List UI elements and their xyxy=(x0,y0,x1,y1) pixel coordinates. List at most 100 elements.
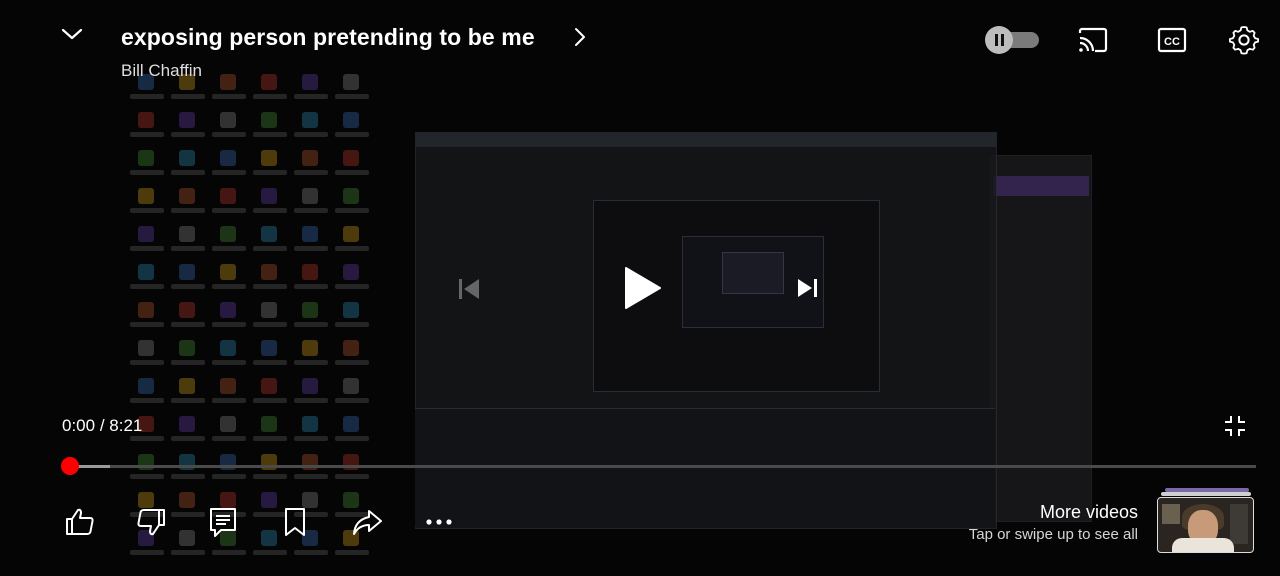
video-desktop-icon xyxy=(261,226,277,242)
video-desktop-icon xyxy=(220,340,236,356)
video-desktop-icon xyxy=(261,530,277,546)
cast-icon[interactable] xyxy=(1077,24,1109,56)
video-desktop-icon xyxy=(261,340,277,356)
video-desktop-label xyxy=(335,94,369,99)
video-desktop-icon xyxy=(179,112,195,128)
video-desktop-label xyxy=(212,284,246,289)
video-desktop-label xyxy=(253,322,287,327)
video-desktop-icon xyxy=(343,378,359,394)
save-icon[interactable] xyxy=(279,506,311,538)
video-desktop-icon xyxy=(261,150,277,166)
exit-fullscreen-icon[interactable] xyxy=(1223,414,1247,438)
video-desktop-label xyxy=(130,322,164,327)
video-desktop-label xyxy=(335,550,369,555)
duration: 8:21 xyxy=(109,416,143,435)
video-desktop-icon xyxy=(179,264,195,280)
more-videos[interactable]: More videos Tap or swipe up to see all xyxy=(930,502,1138,543)
video-desktop-label xyxy=(253,360,287,365)
autoplay-toggle[interactable] xyxy=(985,26,1041,54)
previous-icon xyxy=(459,279,479,299)
video-desktop-icon xyxy=(302,74,318,90)
video-desktop-icon xyxy=(261,188,277,204)
video-desktop-label xyxy=(335,132,369,137)
video-desktop-icon xyxy=(220,74,236,90)
video-desktop-icon xyxy=(179,188,195,204)
more-icon[interactable] xyxy=(423,506,455,538)
video-desktop-label xyxy=(294,208,328,213)
thumbs-down-icon[interactable] xyxy=(135,506,167,538)
video-desktop-label xyxy=(171,246,205,251)
video-desktop-label xyxy=(130,474,164,479)
video-desktop-label xyxy=(130,284,164,289)
video-desktop-icon xyxy=(302,416,318,432)
more-videos-subtitle: Tap or swipe up to see all xyxy=(968,526,1138,543)
video-desktop-icon xyxy=(179,530,195,546)
video-desktop-icon xyxy=(261,378,277,394)
video-desktop-label xyxy=(294,474,328,479)
video-desktop-label xyxy=(171,170,205,175)
video-desktop-icon xyxy=(138,112,154,128)
chevron-right-icon[interactable] xyxy=(570,26,590,48)
chevron-down-icon[interactable] xyxy=(60,22,84,46)
video-desktop-label xyxy=(212,474,246,479)
thumbs-up-icon[interactable] xyxy=(64,506,96,538)
video-nested-window-3 xyxy=(722,252,784,294)
video-desktop-label xyxy=(294,246,328,251)
video-desktop-label xyxy=(335,322,369,327)
video-desktop-icon xyxy=(302,378,318,394)
progress-track[interactable] xyxy=(70,465,1256,468)
video-desktop-label xyxy=(171,436,205,441)
video-desktop-label xyxy=(212,550,246,555)
video-desktop-icon xyxy=(179,416,195,432)
video-desktop-label xyxy=(294,436,328,441)
video-desktop-label xyxy=(171,322,205,327)
video-desktop-label xyxy=(130,436,164,441)
video-desktop-label xyxy=(294,94,328,99)
video-desktop-icon xyxy=(261,302,277,318)
progress-scrubber[interactable] xyxy=(61,457,79,475)
video-title[interactable]: exposing person pretending to be me xyxy=(121,24,535,51)
video-desktop-label xyxy=(253,246,287,251)
video-desktop-icon xyxy=(343,416,359,432)
video-desktop-label xyxy=(253,474,287,479)
cc-icon[interactable]: CC xyxy=(1156,24,1188,56)
video-desktop-icon xyxy=(138,302,154,318)
video-desktop-icon xyxy=(343,264,359,280)
video-desktop-icon xyxy=(261,416,277,432)
video-desktop-label xyxy=(335,170,369,175)
video-desktop-label xyxy=(130,360,164,365)
pause-icon xyxy=(985,26,1013,54)
video-desktop-label xyxy=(212,322,246,327)
video-desktop-label xyxy=(335,284,369,289)
video-desktop-label xyxy=(171,132,205,137)
svg-text:CC: CC xyxy=(1164,36,1180,48)
video-desktop-icon xyxy=(220,150,236,166)
more-videos-thumbnail[interactable] xyxy=(1157,488,1254,553)
video-desktop-icon xyxy=(220,264,236,280)
video-desktop-label xyxy=(253,94,287,99)
video-desktop-icon xyxy=(261,112,277,128)
video-desktop-label xyxy=(253,436,287,441)
video-desktop-icon xyxy=(138,340,154,356)
comments-icon[interactable] xyxy=(207,506,239,538)
share-icon[interactable] xyxy=(351,506,383,538)
video-desktop-label xyxy=(130,398,164,403)
gear-icon[interactable] xyxy=(1228,24,1260,56)
video-desktop-icon xyxy=(220,378,236,394)
video-desktop-label xyxy=(130,94,164,99)
video-desktop-icon xyxy=(302,302,318,318)
video-desktop-label xyxy=(130,246,164,251)
play-icon[interactable] xyxy=(620,264,664,312)
video-desktop-label xyxy=(171,94,205,99)
video-desktop-label xyxy=(294,360,328,365)
video-desktop-icon xyxy=(179,340,195,356)
video-desktop-icon xyxy=(220,302,236,318)
channel-name[interactable]: Bill Chaffin xyxy=(121,61,202,81)
more-videos-title: More videos xyxy=(1039,502,1138,522)
video-desktop-label xyxy=(294,398,328,403)
next-icon[interactable] xyxy=(795,275,821,301)
video-desktop-label xyxy=(171,398,205,403)
video-desktop-label xyxy=(335,436,369,441)
video-desktop-label xyxy=(130,170,164,175)
video-desktop-label xyxy=(335,208,369,213)
